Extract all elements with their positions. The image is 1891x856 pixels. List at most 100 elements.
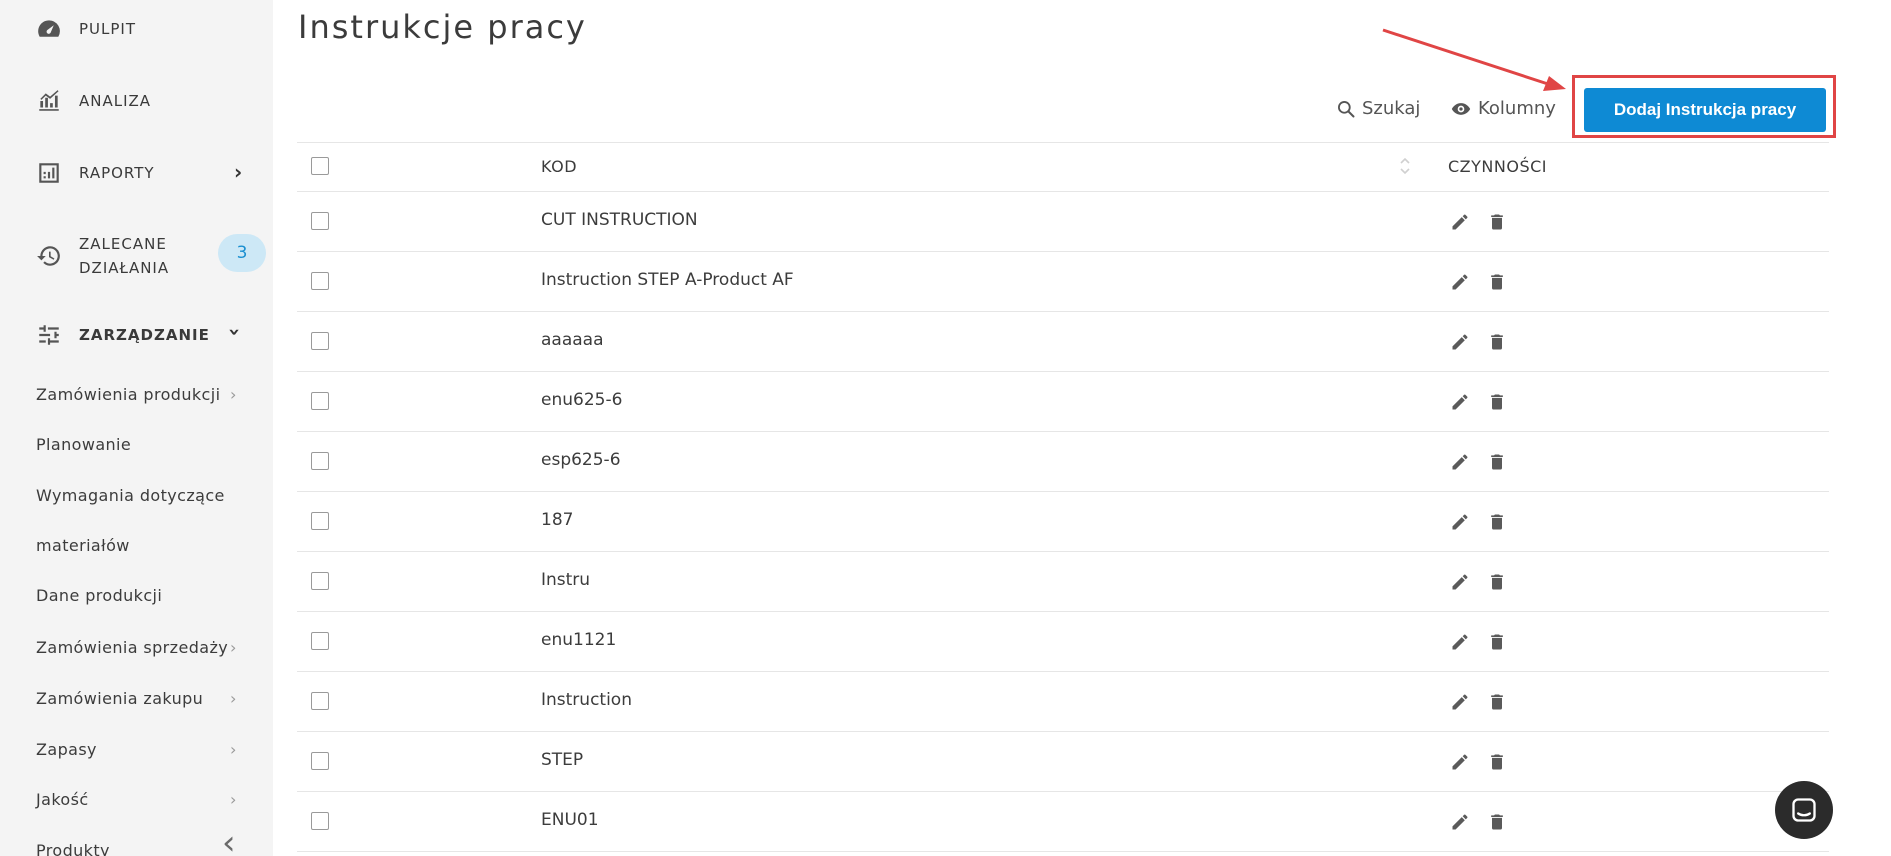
table-header-row: KOD CZYNNOŚCI — [297, 142, 1829, 192]
cell-kod: 187 — [541, 510, 574, 530]
column-header-kod[interactable]: KOD — [541, 157, 577, 176]
row-checkbox[interactable] — [311, 572, 329, 590]
search-button[interactable]: Szukaj — [1336, 98, 1420, 119]
edit-icon[interactable] — [1450, 512, 1470, 532]
edit-icon[interactable] — [1450, 752, 1470, 772]
table-row[interactable]: Instruction STEP A-Product AF — [297, 252, 1829, 312]
table-row[interactable]: STEP — [297, 732, 1829, 792]
chevron-right-icon[interactable]: › — [234, 160, 242, 184]
sidebar-item-raporty[interactable]: RAPORTY — [36, 160, 155, 186]
cell-kod: CUT INSTRUCTION — [541, 210, 698, 230]
table-row[interactable]: Instruction — [297, 672, 1829, 732]
edit-icon[interactable] — [1450, 452, 1470, 472]
delete-icon[interactable] — [1487, 752, 1507, 772]
table-row[interactable]: aaaaaa — [297, 312, 1829, 372]
cell-kod: Instruction — [541, 690, 632, 710]
delete-icon[interactable] — [1487, 272, 1507, 292]
table-row[interactable]: esp625-6 — [297, 432, 1829, 492]
work-instructions-table: KOD CZYNNOŚCI CUT INSTRUCTION Instruction… — [297, 142, 1829, 852]
delete-icon[interactable] — [1487, 332, 1507, 352]
table-row[interactable]: ENU01 — [297, 792, 1829, 852]
cell-kod: Instru — [541, 570, 591, 590]
eye-icon — [1451, 102, 1471, 115]
edit-icon[interactable] — [1450, 572, 1470, 592]
sliders-icon — [36, 322, 62, 348]
sidebar-sub-item-jakosc[interactable]: Jakość — [36, 790, 89, 809]
cell-kod: ENU01 — [541, 810, 599, 830]
delete-icon[interactable] — [1487, 452, 1507, 472]
sidebar-item-zarzadzanie[interactable]: ZARZĄDZANIE — [36, 322, 210, 348]
cell-kod: esp625-6 — [541, 450, 621, 470]
edit-icon[interactable] — [1450, 392, 1470, 412]
columns-button[interactable]: Kolumny — [1450, 98, 1556, 119]
table-body: CUT INSTRUCTION Instruction STEP A-Produc… — [297, 192, 1829, 852]
chat-icon — [1792, 798, 1816, 822]
cell-kod: STEP — [541, 750, 584, 770]
cell-kod: aaaaaa — [541, 330, 604, 350]
page-title: Instrukcje pracy — [298, 8, 587, 46]
sidebar-sub-item-zamowienia-produkcji[interactable]: Zamówienia produkcji — [36, 385, 220, 404]
row-checkbox[interactable] — [311, 332, 329, 350]
cell-kod: enu625-6 — [541, 390, 623, 410]
sidebar-item-pulpit[interactable]: PULPIT — [36, 16, 136, 42]
sidebar-sub-item-wymagania-line2[interactable]: materiałów — [36, 536, 130, 555]
row-checkbox[interactable] — [311, 272, 329, 290]
sidebar-item-label: ANALIZA — [79, 92, 152, 110]
sidebar-sub-item-zapasy[interactable]: Zapasy — [36, 740, 97, 759]
table-row[interactable]: 187 — [297, 492, 1829, 552]
row-checkbox[interactable] — [311, 212, 329, 230]
row-checkbox[interactable] — [311, 392, 329, 410]
chevron-down-icon[interactable]: › — [223, 328, 247, 336]
table-row[interactable]: enu1121 — [297, 612, 1829, 672]
sidebar-sub-item-dane-produkcji[interactable]: Dane produkcji — [36, 586, 162, 605]
sidebar-sub-item-planowanie[interactable]: Planowanie — [36, 435, 131, 454]
sidebar-item-zalecane-dzialania[interactable]: ZALECANE DZIAŁANIA — [36, 232, 169, 280]
sidebar-item-analiza[interactable]: ANALIZA — [36, 88, 151, 114]
edit-icon[interactable] — [1450, 272, 1470, 292]
sidebar-item-label: ZALECANE DZIAŁANIA — [79, 235, 170, 277]
sort-icon[interactable] — [1398, 155, 1412, 177]
chevron-right-icon: › — [230, 689, 237, 708]
sidebar-sub-item-produkty[interactable]: Produkty — [36, 841, 110, 856]
sidebar-sub-item-zamowienia-zakupu[interactable]: Zamówienia zakupu — [36, 689, 203, 708]
row-checkbox[interactable] — [311, 812, 329, 830]
cell-kod: enu1121 — [541, 630, 617, 650]
delete-icon[interactable] — [1487, 392, 1507, 412]
analytics-chart-icon — [36, 88, 62, 114]
edit-icon[interactable] — [1450, 692, 1470, 712]
table-row[interactable]: enu625-6 — [297, 372, 1829, 432]
chevron-right-icon: › — [230, 790, 237, 809]
delete-icon[interactable] — [1487, 572, 1507, 592]
delete-icon[interactable] — [1487, 692, 1507, 712]
table-row[interactable]: Instru — [297, 552, 1829, 612]
history-icon — [36, 243, 62, 269]
row-checkbox[interactable] — [311, 632, 329, 650]
columns-label: Kolumny — [1478, 98, 1556, 119]
sidebar: PULPIT ANALIZA RAPORTY › ZALECANE DZIAŁA… — [0, 0, 273, 856]
search-icon — [1338, 100, 1355, 117]
dashboard-gauge-icon — [36, 16, 62, 42]
edit-icon[interactable] — [1450, 812, 1470, 832]
sidebar-item-label: RAPORTY — [79, 164, 155, 182]
sidebar-sub-item-zamowienia-sprzedazy[interactable]: Zamówienia sprzedaży — [36, 638, 228, 657]
edit-icon[interactable] — [1450, 332, 1470, 352]
reports-icon — [36, 160, 62, 186]
sidebar-sub-item-wymagania-line1[interactable]: Wymagania dotyczące — [36, 486, 225, 505]
edit-icon[interactable] — [1450, 212, 1470, 232]
sidebar-item-label: ZARZĄDZANIE — [79, 326, 210, 344]
table-row[interactable]: CUT INSTRUCTION — [297, 192, 1829, 252]
delete-icon[interactable] — [1487, 632, 1507, 652]
row-checkbox[interactable] — [311, 452, 329, 470]
delete-icon[interactable] — [1487, 512, 1507, 532]
collapse-sidebar-icon[interactable]: ‹ — [222, 826, 236, 856]
add-work-instruction-button[interactable]: Dodaj Instrukcja pracy — [1584, 88, 1826, 132]
delete-icon[interactable] — [1487, 212, 1507, 232]
row-checkbox[interactable] — [311, 692, 329, 710]
chevron-right-icon: › — [230, 638, 237, 657]
delete-icon[interactable] — [1487, 812, 1507, 832]
chat-launcher-button[interactable] — [1775, 781, 1833, 839]
row-checkbox[interactable] — [311, 512, 329, 530]
row-checkbox[interactable] — [311, 752, 329, 770]
select-all-checkbox[interactable] — [311, 157, 329, 175]
edit-icon[interactable] — [1450, 632, 1470, 652]
